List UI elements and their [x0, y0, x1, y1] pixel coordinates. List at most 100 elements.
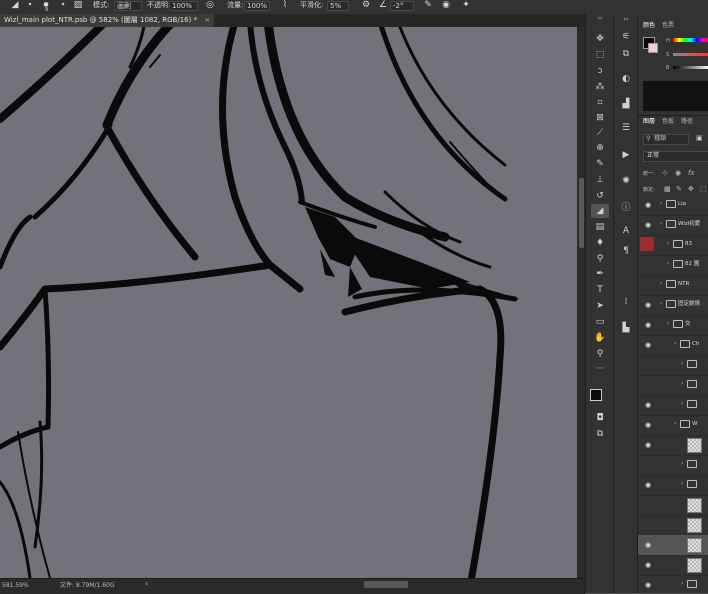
horizontal-scrollbar-thumb[interactable]: [364, 581, 408, 588]
paragraph-panel-icon[interactable]: ¶: [619, 244, 633, 258]
expand-chevron-icon[interactable]: ›: [660, 219, 662, 229]
unify-style-icon[interactable]: fx: [688, 169, 695, 177]
expand-chevron-icon[interactable]: ›: [660, 279, 662, 289]
smoothing-settings-gear-icon[interactable]: ⚙: [361, 0, 371, 10]
layer-row[interactable]: › NTR: [638, 275, 708, 296]
angle-input[interactable]: -2°: [390, 1, 414, 11]
healing-brush-icon[interactable]: ⊕: [591, 141, 609, 155]
layer-row[interactable]: ◉ › Lia: [638, 195, 708, 216]
actions-panel-icon[interactable]: ▶: [619, 148, 633, 162]
collapse-toolbar-icon[interactable]: ‹‹: [591, 15, 609, 23]
expand-chevron-icon[interactable]: ›: [681, 479, 683, 489]
layer-row[interactable]: ◉ ›: [638, 475, 708, 496]
expand-chevron-icon[interactable]: ›: [667, 319, 669, 329]
tab-paths[interactable]: 路徑: [681, 118, 693, 126]
layer-row[interactable]: ›: [638, 455, 708, 476]
flow-input[interactable]: 100%: [244, 1, 270, 11]
airbrush-icon[interactable]: ⌇: [280, 0, 290, 10]
expand-chevron-icon[interactable]: ›: [667, 239, 669, 249]
more-tools-icon[interactable]: ···: [591, 362, 609, 376]
visibility-eye-icon[interactable]: ◉: [644, 301, 652, 309]
erase-to-history-icon[interactable]: ✎: [423, 0, 433, 10]
canvas[interactable]: [0, 27, 577, 578]
path-select-icon[interactable]: ➤: [591, 299, 609, 313]
zoom-readout[interactable]: 581.59%: [2, 581, 29, 591]
expand-chevron-icon[interactable]: ›: [667, 259, 669, 269]
expand-chevron-icon[interactable]: ›: [681, 399, 683, 409]
tool-presets-icon[interactable]: ▙: [619, 321, 633, 335]
visibility-eye-icon[interactable]: ◉: [644, 441, 652, 449]
mode-select[interactable]: 画刷: [114, 1, 142, 11]
lock-image-icon[interactable]: ✎: [676, 185, 682, 193]
unify-position-icon[interactable]: ⊹: [662, 169, 668, 177]
layer-row[interactable]: › 82 圖: [638, 255, 708, 276]
blur-tool-icon[interactable]: ♦: [591, 236, 609, 250]
vertical-scrollbar-thumb[interactable]: [579, 178, 584, 248]
tab-color[interactable]: 颜色: [643, 22, 655, 30]
lock-artboard-icon[interactable]: ⬚: [700, 185, 707, 193]
tab-swatches[interactable]: 色票: [662, 22, 674, 30]
expand-chevron-icon[interactable]: ›: [681, 359, 683, 369]
visibility-eye-icon[interactable]: ◉: [644, 481, 652, 489]
layer-row[interactable]: ◉: [638, 435, 708, 456]
hand-tool-icon[interactable]: ✋: [591, 331, 609, 345]
pressure-size-icon[interactable]: ◉: [441, 0, 451, 10]
visibility-eye-icon[interactable]: [644, 381, 652, 389]
saturation-slider[interactable]: [673, 53, 708, 56]
tab-channels[interactable]: 色板: [662, 118, 674, 126]
layer-row[interactable]: ◉ ›: [638, 575, 708, 593]
brightness-slider[interactable]: [673, 66, 708, 69]
foreground-color-swatch[interactable]: [590, 389, 602, 401]
brushes-panel-icon[interactable]: ⁞: [619, 295, 633, 309]
properties-panel-icon[interactable]: ⚟: [619, 30, 633, 44]
zoom-tool-icon[interactable]: ⚲: [591, 347, 609, 361]
visibility-eye-icon[interactable]: ◉: [644, 581, 652, 589]
lasso-tool-icon[interactable]: ↄ: [591, 64, 609, 78]
visibility-eye-icon[interactable]: ◉: [644, 421, 652, 429]
red-label-badge-icon[interactable]: [640, 237, 654, 251]
unify-visibility-icon[interactable]: ◉: [675, 169, 681, 177]
brush-settings-icon[interactable]: ☰: [619, 121, 633, 135]
marquee-tool-icon[interactable]: ⬚: [591, 48, 609, 62]
vertical-scrollbar[interactable]: [577, 27, 585, 578]
adjustments-panel-icon[interactable]: ◐: [619, 72, 633, 86]
visibility-eye-icon[interactable]: ◉: [644, 561, 652, 569]
expand-chevron-icon[interactable]: ›: [674, 339, 676, 349]
brush-tool-icon[interactable]: ✎: [591, 157, 609, 171]
preset-dropdown-chevron-icon[interactable]: ▾: [25, 0, 35, 10]
layer-kind-filter[interactable]: ⚲ 種類: [643, 134, 689, 145]
expand-chevron-icon[interactable]: ›: [681, 459, 683, 469]
opacity-input[interactable]: 100%: [169, 1, 198, 11]
visibility-eye-icon[interactable]: [644, 521, 652, 529]
histogram-panel-icon[interactable]: ▟: [619, 97, 633, 111]
symmetry-butterfly-icon[interactable]: ✦: [461, 0, 471, 10]
expand-chevron-icon[interactable]: ›: [674, 419, 676, 429]
layer-row[interactable]: ◉ › W: [638, 415, 708, 436]
pen-tool-icon[interactable]: ✒: [591, 267, 609, 281]
visibility-eye-icon[interactable]: [644, 281, 652, 289]
dodge-tool-icon[interactable]: ⚲: [591, 252, 609, 266]
layer-row[interactable]: ◉ ›: [638, 395, 708, 416]
tab-layers[interactable]: 图層: [643, 118, 655, 126]
hue-slider[interactable]: [673, 38, 708, 42]
magic-wand-icon[interactable]: ⁂: [591, 80, 609, 94]
visibility-eye-icon[interactable]: [644, 501, 652, 509]
info-panel-icon[interactable]: ⓘ: [619, 201, 633, 215]
move-tool-icon[interactable]: ✥: [591, 32, 609, 46]
layer-row[interactable]: ◉: [638, 555, 708, 576]
expand-dock-icon[interactable]: ››: [619, 16, 633, 24]
eraser-preset-icon[interactable]: ◢: [10, 0, 20, 10]
clone-stamp-icon[interactable]: ⊥: [591, 173, 609, 187]
eraser-tool-icon[interactable]: ◢: [591, 204, 609, 218]
navigator-panel-icon[interactable]: ✺: [619, 174, 633, 188]
type-tool-icon[interactable]: T: [591, 283, 609, 297]
gradient-tool-icon[interactable]: ▤: [591, 220, 609, 234]
layer-row[interactable]: ◉: [638, 535, 708, 556]
visibility-eye-icon[interactable]: ◉: [644, 221, 652, 229]
blend-mode-select[interactable]: 正常: [643, 151, 708, 162]
lock-position-icon[interactable]: ✥: [688, 185, 694, 193]
layer-row[interactable]: › 83: [638, 235, 708, 256]
eyedropper-icon[interactable]: ⟋: [591, 126, 609, 140]
status-arrow-icon[interactable]: ‹: [145, 579, 148, 589]
history-brush-icon[interactable]: ↺: [591, 189, 609, 203]
